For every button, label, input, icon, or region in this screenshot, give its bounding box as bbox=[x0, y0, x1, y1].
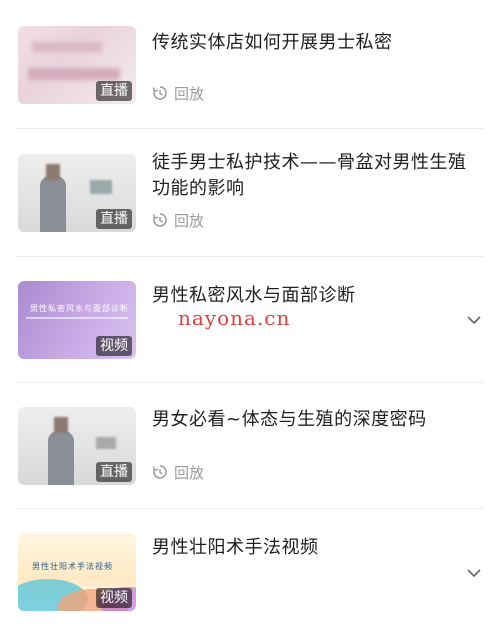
item-title[interactable]: 徒手男士私护技术——骨盆对男性生殖功能的影响 bbox=[152, 150, 482, 202]
video-badge: 视频 bbox=[96, 336, 132, 356]
thumbnail[interactable]: 直播 bbox=[18, 407, 136, 485]
thumbnail-person bbox=[40, 176, 66, 232]
chevron-down-icon[interactable] bbox=[466, 312, 482, 328]
live-badge: 直播 bbox=[96, 209, 132, 229]
live-badge: 直播 bbox=[96, 462, 132, 482]
thumbnail-face-blur bbox=[46, 164, 60, 180]
list-item[interactable]: 直播 传统实体店如何开展男士私密 回放 bbox=[0, 0, 500, 128]
video-badge: 视频 bbox=[96, 588, 132, 608]
replay-icon bbox=[152, 86, 167, 100]
item-title[interactable]: 男女必看~体态与生殖的深度密码 bbox=[152, 407, 482, 433]
thumbnail-face-blur bbox=[54, 417, 68, 433]
thumbnail-blur bbox=[32, 42, 102, 52]
replay-icon bbox=[152, 465, 167, 479]
list-item[interactable]: 直播 男女必看~体态与生殖的深度密码 回放 bbox=[0, 383, 500, 508]
thumbnail-caption: 男性壮阳术手法视频 bbox=[32, 562, 113, 571]
chevron-down-icon[interactable] bbox=[466, 565, 482, 581]
replay-label[interactable]: 回放 bbox=[152, 462, 204, 482]
live-badge: 直播 bbox=[96, 81, 132, 101]
thumbnail-person bbox=[48, 431, 74, 485]
thumbnail-face-blur bbox=[96, 437, 116, 449]
thumbnail-line bbox=[26, 317, 128, 319]
item-title[interactable]: 传统实体店如何开展男士私密 bbox=[152, 30, 482, 56]
thumbnail-caption: 男性私密风水与面部诊断 bbox=[30, 304, 129, 313]
list-item[interactable]: 直播 徒手男士私护技术——骨盆对男性生殖功能的影响 回放 bbox=[0, 129, 500, 256]
replay-label[interactable]: 回放 bbox=[152, 210, 204, 230]
replay-label[interactable]: 回放 bbox=[152, 83, 204, 103]
list-item[interactable]: 男性壮阳术手法视频 视频 男性壮阳术手法视频 bbox=[0, 509, 500, 635]
thumbnail-blur bbox=[28, 68, 120, 80]
thumbnail[interactable]: 直播 bbox=[18, 26, 136, 104]
replay-text: 回放 bbox=[174, 211, 205, 230]
thumbnail[interactable]: 直播 bbox=[18, 154, 136, 232]
thumbnail[interactable]: 男性壮阳术手法视频 视频 bbox=[18, 533, 136, 611]
watermark-text: nayona.cn bbox=[178, 306, 291, 330]
item-title[interactable]: 男性壮阳术手法视频 bbox=[152, 535, 482, 561]
replay-icon bbox=[152, 213, 167, 227]
replay-text: 回放 bbox=[174, 84, 205, 103]
thumbnail[interactable]: 男性私密风水与面部诊断 视频 bbox=[18, 281, 136, 359]
thumbnail-face-blur bbox=[90, 180, 112, 194]
replay-text: 回放 bbox=[174, 463, 205, 482]
